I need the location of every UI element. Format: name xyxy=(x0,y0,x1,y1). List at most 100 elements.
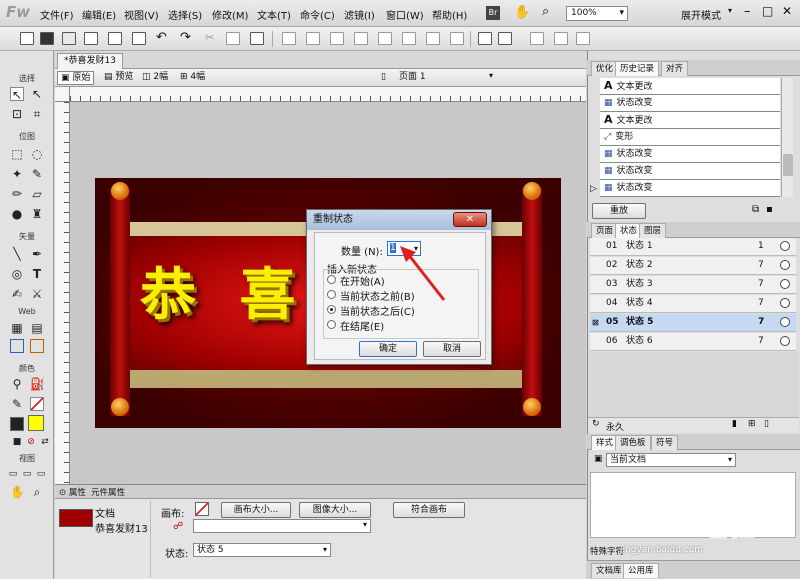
new-state-icon[interactable]: ⊞ xyxy=(748,419,756,429)
history-scrollbar[interactable] xyxy=(781,78,793,197)
open-icon[interactable] xyxy=(62,32,76,45)
hand-icon[interactable]: ✋ xyxy=(514,5,530,20)
rotate-icon[interactable] xyxy=(530,32,544,45)
pencil-tool-icon[interactable]: ✏ xyxy=(10,187,24,201)
save-steps-icon[interactable]: ▪ xyxy=(766,204,773,215)
text-tool-icon[interactable]: T xyxy=(30,267,44,281)
state-row-selected[interactable]: ⊠ 05 状态 57 xyxy=(590,314,796,332)
page-select[interactable]: 页面 1 xyxy=(399,71,499,85)
special-chars-tab[interactable]: 特殊字符 xyxy=(590,545,624,557)
menu-modify[interactable]: 修改(M) xyxy=(212,7,248,22)
show-hotspots-icon[interactable] xyxy=(30,339,44,353)
menu-filters[interactable]: 滤镜(I) xyxy=(344,7,375,22)
standard-screen-icon[interactable]: ▭ xyxy=(6,467,20,481)
hotspot-tool-icon[interactable]: ▦ xyxy=(10,321,24,335)
tab-optimize[interactable]: 优化 xyxy=(591,61,619,76)
view-original-button[interactable]: ▣ 原始 xyxy=(57,71,95,85)
view-4up-button[interactable]: ⊞ 4幅 xyxy=(177,71,208,85)
copy-icon[interactable] xyxy=(226,32,240,45)
brush-tool-icon[interactable]: ✎ xyxy=(30,167,44,181)
flip-v-icon[interactable] xyxy=(576,32,590,45)
ellipse-tool-icon[interactable]: ◎ xyxy=(10,267,24,281)
tab-symbol-properties[interactable]: 元件属性 xyxy=(91,486,125,498)
tab-document-library[interactable]: 文档库 xyxy=(591,563,627,578)
zoom-select[interactable]: 100% ▾ xyxy=(566,6,628,21)
save-icon[interactable] xyxy=(40,32,54,45)
flip-h-icon[interactable] xyxy=(554,32,568,45)
align-menu-icon[interactable] xyxy=(498,32,512,45)
fit-canvas-button[interactable]: 符合画布 xyxy=(393,502,465,518)
tab-common-library[interactable]: 公用库 xyxy=(623,563,659,578)
dialog-close-button[interactable]: ✕ xyxy=(453,212,487,227)
workspace-switcher[interactable]: 展开模式 xyxy=(681,7,721,22)
print-icon[interactable] xyxy=(132,32,146,45)
eyedropper-tool-icon[interactable]: ⚲ xyxy=(10,377,24,391)
split-icon[interactable] xyxy=(354,32,368,45)
tab-properties[interactable]: ⊙ 属性 xyxy=(59,486,86,498)
subselect-tool-icon[interactable]: ↖ xyxy=(30,87,44,101)
view-preview-button[interactable]: ▤ 预览 xyxy=(101,71,136,85)
tab-pages[interactable]: 页面 xyxy=(591,223,619,238)
state-toggle-icon[interactable] xyxy=(780,279,790,289)
no-color-icon[interactable]: ⊘ xyxy=(24,435,38,449)
canvas-color-swatch[interactable] xyxy=(195,502,209,516)
history-row[interactable]: ▦ 状态改变 xyxy=(600,95,780,112)
tab-swatches[interactable]: 调色板 xyxy=(615,435,651,450)
slice-tool-icon[interactable]: ▤ xyxy=(30,321,44,335)
distribute-to-states-icon[interactable]: ▮ xyxy=(732,419,737,429)
zoom-tool-icon[interactable]: ⌕ xyxy=(30,485,44,499)
swap-colors-icon[interactable]: ⇄ xyxy=(38,435,52,449)
state-row[interactable]: 03 状态 37 xyxy=(590,276,796,294)
delete-state-icon[interactable]: ▯ xyxy=(764,419,769,429)
tab-align[interactable]: 对齐 xyxy=(661,61,689,76)
state-row[interactable]: 06 状态 67 xyxy=(590,333,796,351)
state-toggle-icon[interactable] xyxy=(780,317,790,327)
bring-forward-icon[interactable] xyxy=(378,32,392,45)
styles-scope-select[interactable]: 当前文档 ▾ xyxy=(606,453,736,467)
radio-before-current[interactable] xyxy=(327,290,336,299)
fill-color-icon[interactable] xyxy=(10,417,24,431)
join-icon[interactable] xyxy=(330,32,344,45)
group-icon[interactable] xyxy=(282,32,296,45)
default-colors-icon[interactable]: ■ xyxy=(10,435,24,449)
tab-symbols[interactable]: 符号 xyxy=(651,435,679,450)
close-icon[interactable]: ✕ xyxy=(782,4,792,18)
new-icon[interactable] xyxy=(20,32,34,45)
history-row[interactable]: ▦ 状态改变 xyxy=(600,146,780,163)
copy-steps-icon[interactable]: ⧉ xyxy=(752,204,759,215)
state-toggle-icon[interactable] xyxy=(780,298,790,308)
lasso-tool-icon[interactable]: ◌ xyxy=(30,147,44,161)
tab-states[interactable]: 状态 xyxy=(615,223,643,238)
crop-tool-icon[interactable]: ⌗ xyxy=(30,107,44,121)
state-select[interactable]: 状态 5 ▾ xyxy=(193,543,331,557)
radio-at-start[interactable] xyxy=(327,275,336,284)
menu-file[interactable]: 文件(F) xyxy=(40,7,74,22)
menu-view[interactable]: 视图(V) xyxy=(124,7,159,22)
menu-text[interactable]: 文本(T) xyxy=(257,7,291,22)
pen-tool-icon[interactable]: ✒ xyxy=(30,247,44,261)
magic-wand-tool-icon[interactable]: ✦ xyxy=(10,167,24,181)
fill-swatch[interactable] xyxy=(28,415,44,431)
history-slider-icon[interactable]: ▷ xyxy=(590,184,597,194)
restore-icon[interactable]: □ xyxy=(762,4,773,18)
state-toggle-icon[interactable] xyxy=(780,260,790,270)
menu-commands[interactable]: 命令(C) xyxy=(300,7,335,22)
state-toggle-icon[interactable] xyxy=(780,241,790,251)
image-size-button[interactable]: 图像大小... xyxy=(299,502,371,518)
menu-select[interactable]: 选择(S) xyxy=(168,7,202,22)
loop-value[interactable]: 永久 xyxy=(606,420,624,433)
state-row[interactable]: 02 状态 27 xyxy=(590,257,796,275)
marquee-tool-icon[interactable]: ⬚ xyxy=(10,147,24,161)
tab-styles[interactable]: 样式 xyxy=(591,435,619,450)
pointer-tool-icon[interactable]: ↖ xyxy=(10,87,24,102)
rubber-stamp-tool-icon[interactable]: ♜ xyxy=(30,207,44,221)
import-icon[interactable] xyxy=(84,32,98,45)
freeform-tool-icon[interactable]: ✍ xyxy=(10,287,24,301)
scrollbar-thumb[interactable] xyxy=(783,154,793,176)
line-tool-icon[interactable]: ╲ xyxy=(10,247,24,261)
eraser-tool-icon[interactable]: ▱ xyxy=(30,187,44,201)
history-row[interactable]: ⤢ 变形 xyxy=(600,129,780,146)
canvas-size-button[interactable]: 画布大小... xyxy=(221,502,291,518)
distribute-icon[interactable] xyxy=(450,32,464,45)
stroke-color-icon[interactable]: ✎ xyxy=(10,397,24,411)
